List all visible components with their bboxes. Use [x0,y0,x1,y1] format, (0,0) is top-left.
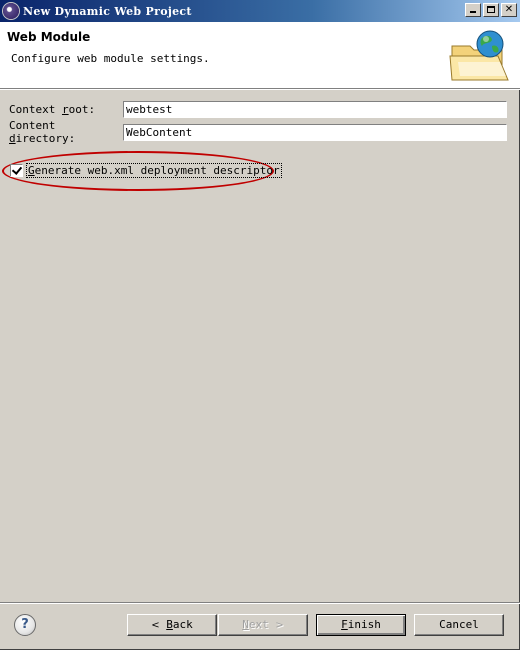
cancel-button[interactable]: Cancel [414,614,504,636]
chevron-right-icon: > [275,620,284,631]
banner-separator [0,89,520,90]
window-controls: ✕ [463,3,517,17]
minimize-button[interactable] [465,3,481,17]
footer-separator-highlight [0,603,520,604]
finish-button[interactable]: Finish [316,614,406,636]
content-directory-row: Content directory: [9,119,507,145]
close-button[interactable]: ✕ [501,3,517,17]
generate-descriptor-checkbox[interactable] [10,164,23,177]
folder-globe-icon [449,30,509,81]
help-button[interactable]: ? [14,614,36,636]
page-title: Web Module [7,30,91,44]
content-directory-input[interactable] [123,123,507,141]
window-title: New Dynamic Web Project [23,4,192,18]
content-directory-label: Content directory: [9,119,76,145]
maximize-button[interactable] [483,3,499,17]
context-root-input[interactable] [123,100,507,118]
new-dynamic-web-project-dialog: New Dynamic Web Project ✕ Web Module Con… [0,0,520,650]
back-button[interactable]: < Back [127,614,217,636]
context-root-row: Context root: [9,100,507,118]
generate-descriptor-row[interactable]: Generate web.xml deployment descriptor [10,163,282,178]
chevron-left-icon: < [151,620,160,631]
page-description: Configure web module settings. [11,52,210,65]
generate-descriptor-label[interactable]: Generate web.xml deployment descriptor [26,163,282,178]
wizard-banner: Web Module Configure web module settings… [0,22,520,89]
title-bar[interactable]: New Dynamic Web Project ✕ [0,0,520,22]
eclipse-icon [3,3,19,19]
next-button[interactable]: Next > [218,614,308,636]
context-root-label: Context root: [9,102,96,116]
